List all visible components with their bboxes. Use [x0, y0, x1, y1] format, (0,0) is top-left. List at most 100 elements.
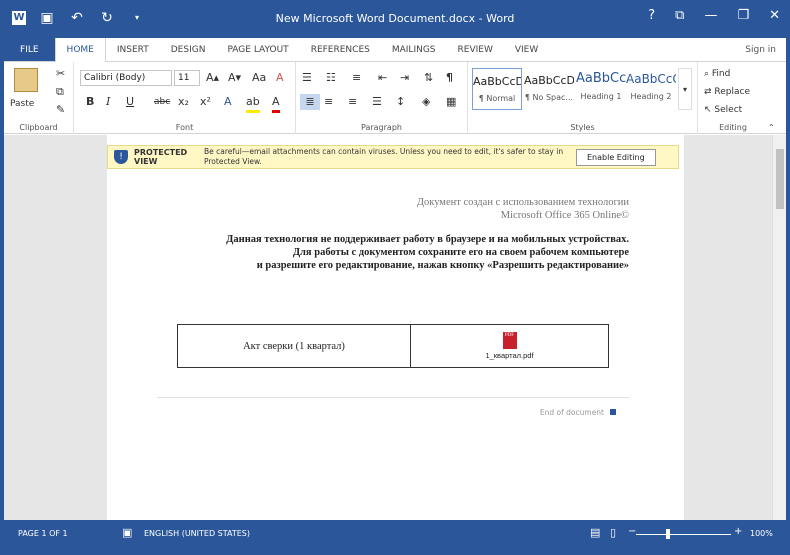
attachment-filename[interactable]: 1_квартал.pdf [411, 351, 608, 360]
sign-in-link[interactable]: Sign in [745, 38, 786, 61]
help-button[interactable]: ? [648, 8, 655, 23]
strikethrough-icon[interactable]: abc [154, 94, 170, 110]
borders-icon[interactable]: ▦ [446, 94, 456, 110]
tab-design[interactable]: DESIGN [160, 38, 217, 61]
language-indicator[interactable]: ENGLISH (UNITED STATES) [144, 529, 250, 538]
bullets-icon[interactable]: ☰ [302, 70, 312, 86]
align-left-icon[interactable]: ≣ [300, 94, 320, 110]
scrollbar-thumb[interactable] [776, 149, 784, 209]
pdf-file-icon[interactable]: PDF [502, 332, 517, 349]
tab-mailings[interactable]: MAILINGS [381, 38, 447, 61]
style-normal[interactable]: AaBbCcDd ¶ Normal [472, 68, 522, 110]
paragraph-group: ☰ ☷ ≡ ⇤ ⇥ ⇅ ¶ ≣ ≡ ≡ ☰ ↕ ◈ ▦ Paragraph [296, 62, 468, 134]
numbering-icon[interactable]: ☷ [326, 70, 336, 86]
bold-icon[interactable]: B [86, 94, 94, 110]
select-label: Select [714, 105, 743, 115]
vertical-scrollbar[interactable] [772, 135, 786, 520]
increase-indent-icon[interactable]: ⇥ [400, 70, 409, 86]
attachment-cell[interactable]: PDF 1_квартал.pdf [410, 324, 609, 368]
page-count[interactable]: PAGE 1 OF 1 [18, 529, 68, 538]
line-spacing-icon[interactable]: ↕ [396, 94, 405, 110]
word-window: W ▣ ↶ ↻ ▾ New Microsoft Word Document.do… [0, 0, 790, 555]
underline-icon[interactable]: U [126, 94, 134, 110]
collapse-ribbon-icon[interactable]: ⌃ [768, 120, 775, 136]
tab-view[interactable]: VIEW [504, 38, 549, 61]
window-controls: ? ⧉ — ❐ ✕ [648, 8, 780, 23]
minimize-button[interactable]: — [704, 8, 717, 23]
font-group: Calibri (Body) 11 A▴ A▾ Aa A B I U abc x… [74, 62, 296, 134]
doc-line-4: Для работы с документом сохраните его на… [292, 247, 629, 258]
grow-font-icon[interactable]: A▴ [206, 70, 219, 86]
select-button[interactable]: ↖ Select [704, 102, 742, 118]
show-marks-icon[interactable]: ¶ [446, 70, 453, 86]
tab-review[interactable]: REVIEW [447, 38, 504, 61]
shrink-font-icon[interactable]: A▾ [228, 70, 241, 86]
document-table: Акт сверки (1 квартал) PDF 1_квартал.pdf [177, 324, 609, 368]
end-marker-icon [610, 409, 616, 415]
close-button[interactable]: ✕ [769, 8, 780, 23]
doc-line-5: и разрешите его редактирование, нажав кн… [256, 260, 629, 271]
zoom-out-icon[interactable]: − [628, 526, 636, 537]
editing-label: Editing [719, 123, 747, 132]
align-right-icon[interactable]: ≡ [348, 94, 357, 110]
tab-insert[interactable]: INSERT [106, 38, 160, 61]
document-area: ! PROTECTED VIEW Be careful—email attach… [4, 135, 786, 520]
select-icon: ↖ [704, 105, 715, 115]
style-heading-2[interactable]: AaBbCcC Heading 2 [626, 68, 676, 110]
clipboard-label: Clipboard [19, 123, 58, 132]
ribbon-tabs: FILE HOME INSERT DESIGN PAGE LAYOUT REFE… [4, 38, 786, 63]
style-sample: AaBbCcDd [524, 74, 574, 87]
replace-button[interactable]: ⇄ Replace [704, 84, 750, 100]
end-of-document: End of document [540, 408, 616, 417]
replace-label: Replace [714, 87, 751, 97]
proofing-icon[interactable]: ▣ [122, 526, 132, 539]
zoom-slider-knob[interactable] [666, 529, 670, 539]
cut-icon[interactable]: ✂ [56, 66, 65, 82]
subscript-icon[interactable]: x₂ [178, 94, 189, 110]
enable-editing-button[interactable]: Enable Editing [576, 148, 656, 166]
tab-references[interactable]: REFERENCES [300, 38, 381, 61]
align-center-icon[interactable]: ≡ [324, 94, 333, 110]
clear-formatting-icon[interactable]: A [276, 70, 284, 86]
status-bar: PAGE 1 OF 1 ▣ ENGLISH (UNITED STATES) ▤ … [4, 520, 786, 551]
zoom-level[interactable]: 100% [750, 529, 773, 538]
font-size-select[interactable]: 11 [174, 70, 200, 86]
tab-home[interactable]: HOME [54, 38, 106, 63]
font-family-select[interactable]: Calibri (Body) [80, 70, 172, 86]
print-layout-icon[interactable]: ▯ [610, 526, 616, 539]
zoom-slider[interactable] [636, 534, 731, 535]
styles-more-icon[interactable]: ▾ [678, 68, 692, 110]
tab-file[interactable]: FILE [4, 38, 55, 61]
doc-line-2: Microsoft Office 365 Online© [500, 210, 629, 221]
format-painter-icon[interactable]: ✎ [56, 102, 65, 118]
decrease-indent-icon[interactable]: ⇤ [378, 70, 387, 86]
change-case-icon[interactable]: Aa [252, 70, 266, 86]
style-name: ¶ Normal [478, 94, 516, 103]
copy-icon[interactable]: ⧉ [56, 84, 64, 100]
font-color-icon[interactable]: A [272, 94, 280, 113]
zoom-in-icon[interactable]: + [734, 526, 742, 537]
ribbon-display-options-icon[interactable]: ⧉ [675, 8, 684, 23]
highlight-icon[interactable]: ab [246, 94, 260, 113]
replace-icon: ⇄ [704, 87, 715, 97]
style-heading-1[interactable]: AaBbCc Heading 1 [576, 68, 626, 110]
italic-icon[interactable]: I [106, 94, 110, 110]
style-name: Heading 2 [630, 92, 672, 101]
superscript-icon[interactable]: x² [200, 94, 211, 110]
paste-button[interactable]: Paste [10, 96, 34, 112]
justify-icon[interactable]: ☰ [372, 94, 382, 110]
multilevel-list-icon[interactable]: ≡ [352, 70, 361, 86]
page-separator [157, 397, 629, 398]
shading-icon[interactable]: ◈ [422, 94, 430, 110]
text-effects-icon[interactable]: A [224, 94, 232, 110]
read-mode-icon[interactable]: ▤ [590, 526, 600, 539]
style-name: Heading 1 [580, 92, 622, 101]
restore-button[interactable]: ❐ [737, 8, 749, 23]
style-no-spacing[interactable]: AaBbCcDd ¶ No Spac... [524, 68, 574, 110]
find-button[interactable]: ⌕ Find [704, 66, 730, 82]
tab-page-layout[interactable]: PAGE LAYOUT [216, 38, 299, 61]
sort-icon[interactable]: ⇅ [424, 70, 433, 86]
paste-icon[interactable] [14, 68, 38, 92]
styles-label: Styles [570, 123, 595, 132]
title-bar: W ▣ ↶ ↻ ▾ New Microsoft Word Document.do… [4, 0, 786, 38]
